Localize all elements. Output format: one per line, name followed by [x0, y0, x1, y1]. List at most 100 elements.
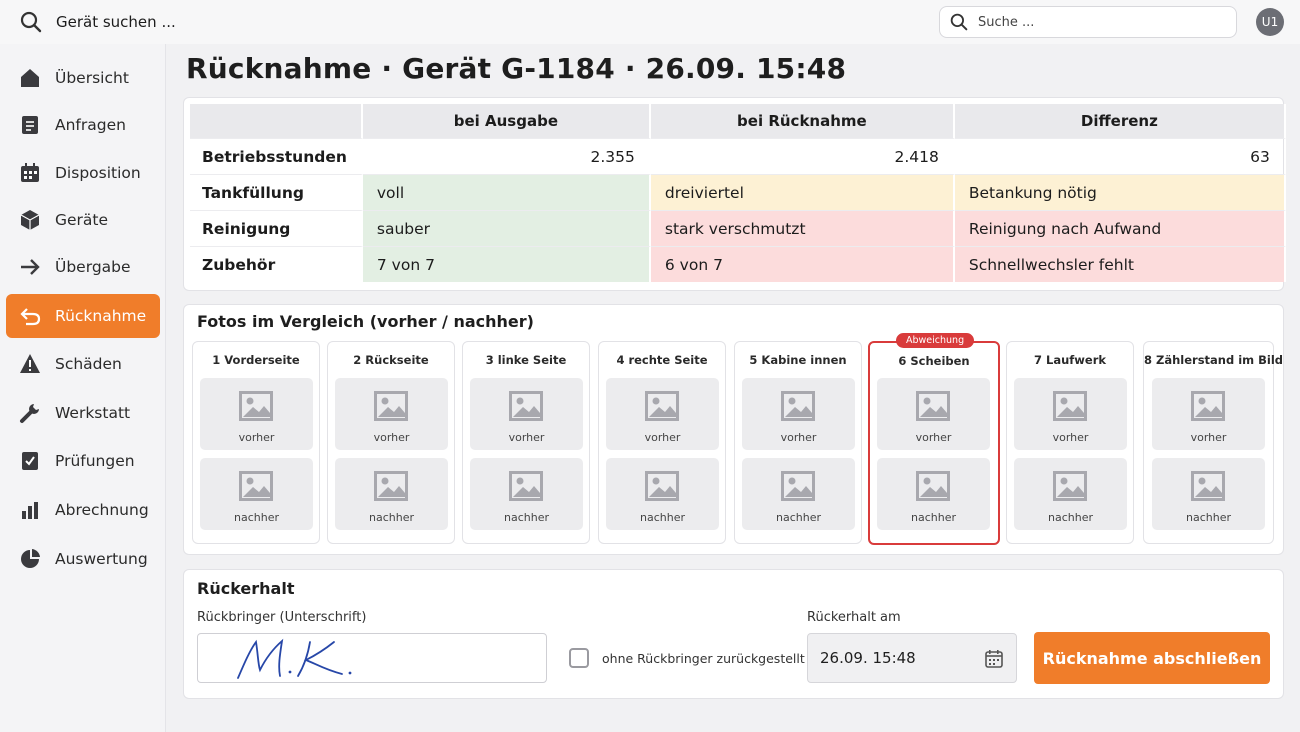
sidebar-item-anfragen[interactable]: Anfragen	[6, 103, 160, 147]
photo-column-title: 1 Vorderseite	[212, 353, 300, 367]
cell-differenz: Betankung nötig	[954, 174, 1286, 210]
photo-caption: nachher	[504, 511, 549, 524]
photo-after[interactable]: nachher	[200, 458, 313, 530]
sidebar-item-label: Rücknahme	[55, 307, 147, 325]
sidebar-item-auswertung[interactable]: Auswertung	[6, 537, 160, 581]
photo-caption: nachher	[234, 511, 279, 524]
image-icon	[1191, 471, 1225, 501]
no-returner-checkbox[interactable]	[569, 648, 589, 668]
photo-column: 1 Vorderseite vorher nachher	[192, 341, 320, 544]
photo-before[interactable]: vorher	[742, 378, 855, 450]
sidebar-item-werkstatt[interactable]: Werkstatt	[6, 391, 160, 435]
page-title: Rücknahme · Gerät G-1184 · 26.09. 15:48	[186, 52, 847, 85]
photo-after[interactable]: nachher	[877, 458, 990, 530]
cell-ausgabe: 2.355	[362, 138, 651, 174]
cell-ruecknahme: stark verschmutzt	[650, 210, 955, 246]
sidebar-item-label: Anfragen	[55, 116, 126, 134]
photo-caption: nachher	[911, 511, 956, 524]
photo-column-title: 7 Laufwerk	[1033, 353, 1107, 367]
top-bar: Gerät suchen ... U1	[0, 0, 1300, 44]
column-header: bei Rücknahme	[650, 104, 955, 138]
pie-chart-icon	[21, 549, 40, 568]
image-icon	[916, 391, 950, 421]
return-date-field[interactable]: 26.09. 15:48	[807, 633, 1017, 683]
photo-column: 3 linke Seite vorher nachher	[462, 341, 590, 544]
signature-drawing	[237, 638, 352, 679]
photo-after[interactable]: nachher	[470, 458, 583, 530]
photo-column: 2 Rückseite vorher nachher	[327, 341, 455, 544]
cell-ruecknahme: 2.418	[650, 138, 955, 174]
sidebar-item-geraete[interactable]: Geräte	[6, 198, 160, 242]
table-row: Tankfüllung voll dreiviertel Betankung n…	[190, 174, 1286, 210]
image-icon	[509, 471, 543, 501]
photo-caption: vorher	[373, 431, 410, 444]
device-search[interactable]: Gerät suchen ...	[20, 10, 176, 34]
table-row: Betriebsstunden 2.355 2.418 63	[190, 138, 1286, 174]
image-icon	[916, 471, 950, 501]
sidebar-item-disposition[interactable]: Disposition	[6, 151, 160, 195]
table-header-row: bei Ausgabe bei Rücknahme Differenz	[190, 104, 1286, 138]
sidebar-item-label: Prüfungen	[55, 452, 135, 470]
cell-ausgabe: 7 von 7	[362, 246, 651, 282]
search-input[interactable]	[978, 14, 1218, 30]
image-icon	[1053, 391, 1087, 421]
row-label: Reinigung	[190, 210, 363, 246]
sidebar-item-uebersicht[interactable]: Übersicht	[6, 56, 160, 100]
photo-after[interactable]: nachher	[335, 458, 448, 530]
row-label: Tankfüllung	[190, 174, 363, 210]
sidebar-item-label: Disposition	[55, 164, 141, 182]
photo-after[interactable]: nachher	[1152, 458, 1265, 530]
photo-caption: vorher	[780, 431, 817, 444]
sidebar-item-pruefungen[interactable]: Prüfungen	[6, 439, 160, 483]
image-icon	[509, 391, 543, 421]
signature-pad[interactable]	[197, 633, 547, 683]
photo-column: 4 rechte Seite vorher nachher	[598, 341, 726, 544]
calendar-icon[interactable]	[984, 649, 1004, 669]
photo-after[interactable]: nachher	[742, 458, 855, 530]
photo-caption: vorher	[508, 431, 545, 444]
photo-before[interactable]: vorher	[1152, 378, 1265, 450]
sidebar-item-abrechnung[interactable]: Abrechnung	[6, 488, 160, 532]
photo-column: 8 Zählerstand im Bild vorher nachher	[1143, 341, 1284, 544]
row-label: Zubehör	[190, 246, 363, 282]
photo-after[interactable]: nachher	[606, 458, 719, 530]
cell-differenz: Reinigung nach Aufwand	[954, 210, 1286, 246]
photo-before[interactable]: vorher	[877, 378, 990, 450]
photo-column: 7 Laufwerk vorher nachher	[1006, 341, 1134, 544]
cell-differenz: Schnellwechsler fehlt	[954, 246, 1286, 282]
warning-icon	[20, 354, 40, 373]
sidebar-item-label: Auswertung	[55, 550, 148, 568]
column-header: bei Ausgabe	[362, 104, 651, 138]
photo-column: 5 Kabine innen vorher nachher	[734, 341, 862, 544]
photo-before[interactable]: vorher	[200, 378, 313, 450]
photo-before[interactable]: vorher	[470, 378, 583, 450]
checklist-icon	[22, 452, 38, 470]
photo-column-title: 2 Rückseite	[353, 353, 429, 367]
avatar[interactable]: U1	[1256, 8, 1284, 36]
search-box[interactable]	[939, 6, 1237, 38]
sidebar-item-label: Geräte	[55, 211, 109, 229]
photo-column-title: 8 Zählerstand im Bild	[1144, 353, 1284, 367]
sidebar-item-ruecknahme[interactable]: Rücknahme	[6, 294, 160, 338]
deviation-badge: Abweichung	[896, 333, 975, 348]
photo-caption: nachher	[1186, 511, 1231, 524]
photo-before[interactable]: vorher	[1014, 378, 1127, 450]
calendar-icon	[21, 163, 39, 182]
photo-column-flagged: Abweichung 6 Scheiben vorher nachher	[868, 333, 1000, 545]
photo-before[interactable]: vorher	[606, 378, 719, 450]
image-icon	[645, 391, 679, 421]
return-arrow-icon	[20, 308, 41, 326]
sidebar-item-schaeden[interactable]: Schäden	[6, 342, 160, 386]
photo-before[interactable]: vorher	[335, 378, 448, 450]
image-icon	[239, 391, 273, 421]
photo-after[interactable]: nachher	[1014, 458, 1127, 530]
cell-differenz: 63	[954, 138, 1286, 174]
sidebar-item-uebergabe[interactable]: Übergabe	[6, 245, 160, 289]
photo-column-title: 6 Scheiben	[898, 354, 970, 368]
photo-caption: vorher	[238, 431, 275, 444]
device-search-label: Gerät suchen ...	[56, 13, 176, 31]
photo-caption: nachher	[1048, 511, 1093, 524]
wrench-icon	[20, 404, 39, 423]
complete-return-button[interactable]: Rücknahme abschließen	[1034, 632, 1270, 684]
photo-caption: nachher	[369, 511, 414, 524]
